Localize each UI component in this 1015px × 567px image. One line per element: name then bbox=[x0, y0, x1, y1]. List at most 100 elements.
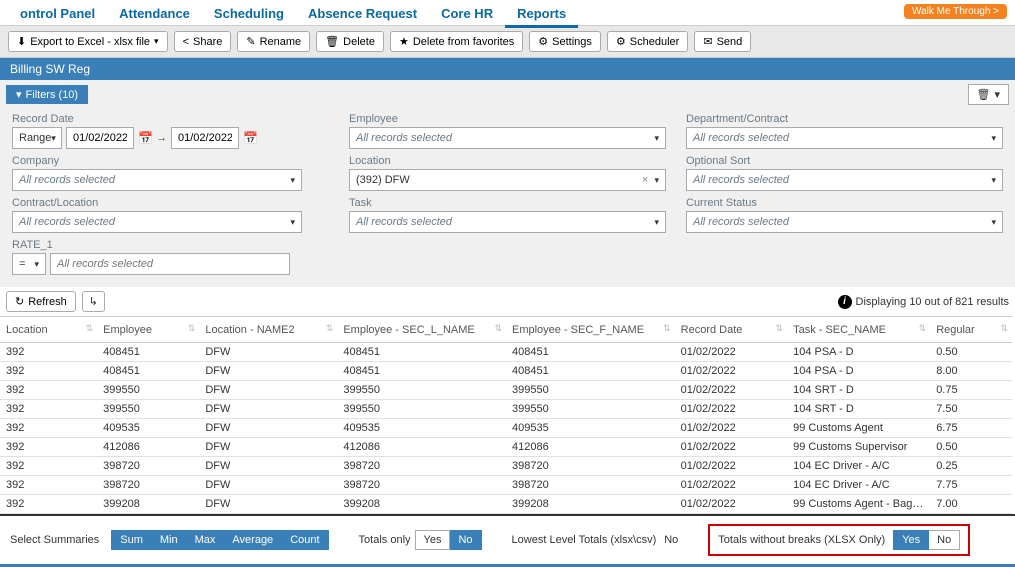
totals-only-no[interactable]: No bbox=[450, 530, 481, 550]
rate-op-select[interactable]: =▾ bbox=[12, 253, 46, 275]
no-breaks-no[interactable]: No bbox=[929, 530, 960, 550]
filter-department: Department/Contract All records selected… bbox=[686, 113, 1003, 149]
column-header[interactable]: Location - NAME2⇅ bbox=[199, 317, 337, 343]
send-button[interactable]: ✉Send bbox=[694, 31, 751, 52]
sort-icon[interactable]: ⇅ bbox=[326, 323, 334, 334]
table-cell: DFW bbox=[199, 343, 337, 362]
table-cell: 412086 bbox=[97, 438, 199, 457]
table-row[interactable]: 392399550DFW39955039955001/02/2022104 SR… bbox=[0, 381, 1012, 400]
date-from-input[interactable] bbox=[66, 127, 134, 149]
table-cell: 398720 bbox=[337, 457, 506, 476]
scheduler-button[interactable]: ⚙Scheduler bbox=[607, 31, 688, 52]
table-row[interactable]: 392398720DFW39872039872001/02/2022104 EC… bbox=[0, 476, 1012, 495]
agg-sum[interactable]: Sum bbox=[111, 530, 152, 550]
employee-select[interactable]: All records selected▾ bbox=[349, 127, 666, 149]
table-row[interactable]: 392412086DFW41208641208601/02/202299 Cus… bbox=[0, 438, 1012, 457]
agg-count[interactable]: Count bbox=[282, 530, 328, 550]
filter-label: Company bbox=[12, 155, 329, 167]
table-row[interactable]: 392399550DFW39955039955001/02/2022104 SR… bbox=[0, 400, 1012, 419]
table-cell: DFW bbox=[199, 438, 337, 457]
column-header[interactable]: Record Date⇅ bbox=[675, 317, 787, 343]
location-select[interactable]: (392) DFW×▾ bbox=[349, 169, 666, 191]
contract-location-select[interactable]: All records selected▾ bbox=[12, 211, 302, 233]
export-button[interactable]: ⬇Export to Excel - xlsx file▾ bbox=[8, 31, 168, 52]
download-icon: ⬇ bbox=[17, 35, 26, 48]
date-mode-select[interactable]: Range▾ bbox=[12, 127, 62, 149]
column-header[interactable]: Employee - SEC_F_NAME⇅ bbox=[506, 317, 675, 343]
sort-icon[interactable]: ⇅ bbox=[86, 323, 94, 334]
table-cell: DFW bbox=[199, 362, 337, 381]
column-header[interactable]: Regular⇅ bbox=[930, 317, 1012, 343]
table-cell: DFW bbox=[199, 381, 337, 400]
sort-icon[interactable]: ⇅ bbox=[776, 323, 784, 334]
nav-tab-absence-request[interactable]: Absence Request bbox=[296, 2, 429, 25]
table-row[interactable]: 392408451DFW40845140845101/02/2022104 PS… bbox=[0, 343, 1012, 362]
agg-max[interactable]: Max bbox=[187, 530, 225, 550]
calendar-icon[interactable]: 📅 bbox=[138, 131, 152, 145]
delete-fav-button[interactable]: ★Delete from favorites bbox=[390, 31, 523, 52]
column-header[interactable]: Task - SEC_NAME⇅ bbox=[787, 317, 930, 343]
calendar-icon[interactable]: 📅 bbox=[243, 131, 257, 145]
mail-icon: ✉ bbox=[703, 35, 712, 48]
department-select[interactable]: All records selected▾ bbox=[686, 127, 1003, 149]
share-button[interactable]: <Share bbox=[174, 31, 232, 52]
rename-button[interactable]: ✎Rename bbox=[237, 31, 310, 52]
column-header[interactable]: Employee⇅ bbox=[97, 317, 199, 343]
nav-tab-scheduling[interactable]: Scheduling bbox=[202, 2, 296, 25]
filter-label: Current Status bbox=[686, 197, 1003, 209]
filter-label: Location bbox=[349, 155, 666, 167]
company-select[interactable]: All records selected▾ bbox=[12, 169, 302, 191]
date-to-input[interactable] bbox=[171, 127, 239, 149]
nav-tab-attendance[interactable]: Attendance bbox=[107, 2, 202, 25]
sort-icon[interactable]: ⇅ bbox=[1000, 323, 1008, 334]
column-header[interactable]: Employee - SEC_L_NAME⇅ bbox=[337, 317, 506, 343]
table-cell: 392 bbox=[0, 438, 97, 457]
table-row[interactable]: 392398720DFW39872039872001/02/2022104 EC… bbox=[0, 457, 1012, 476]
gear-icon: ⚙ bbox=[538, 35, 548, 48]
table-cell: 01/02/2022 bbox=[675, 343, 787, 362]
clear-icon[interactable]: × bbox=[642, 174, 648, 186]
clear-filters-button[interactable]: 🗑▾ bbox=[968, 84, 1010, 105]
settings-button[interactable]: ⚙Settings bbox=[529, 31, 601, 52]
star-icon: ★ bbox=[399, 35, 409, 48]
table-cell: 399550 bbox=[506, 381, 675, 400]
table-row[interactable]: 392399208DFW39920839920801/02/202299 Cus… bbox=[0, 495, 1012, 514]
table-cell: 01/02/2022 bbox=[675, 438, 787, 457]
table-cell: 399550 bbox=[337, 400, 506, 419]
totals-only-yes[interactable]: Yes bbox=[415, 530, 451, 550]
optional-sort-select[interactable]: All records selected▾ bbox=[686, 169, 1003, 191]
lowest-level-label: Lowest Level Totals (xlsx\csv) bbox=[512, 534, 657, 546]
table-cell: 392 bbox=[0, 362, 97, 381]
sort-icon[interactable]: ⇅ bbox=[494, 323, 502, 334]
filter-label: Optional Sort bbox=[686, 155, 1003, 167]
nav-tab-reports[interactable]: Reports bbox=[505, 2, 578, 28]
nav-tab-core-hr[interactable]: Core HR bbox=[429, 2, 505, 25]
status-select[interactable]: All records selected▾ bbox=[686, 211, 1003, 233]
table-cell: 01/02/2022 bbox=[675, 476, 787, 495]
task-select[interactable]: All records selected▾ bbox=[349, 211, 666, 233]
table-cell: 398720 bbox=[97, 457, 199, 476]
agg-average[interactable]: Average bbox=[224, 530, 282, 550]
sort-icon[interactable]: ⇅ bbox=[663, 323, 671, 334]
rate-value-input[interactable] bbox=[50, 253, 290, 275]
filter-contract-location: Contract/Location All records selected▾ bbox=[12, 197, 329, 233]
filter-status: Current Status All records selected▾ bbox=[686, 197, 1003, 233]
filters-toggle[interactable]: ▾Filters (10) bbox=[6, 85, 88, 104]
column-header[interactable]: Location⇅ bbox=[0, 317, 97, 343]
table-row[interactable]: 392409535DFW40953540953501/02/202299 Cus… bbox=[0, 419, 1012, 438]
agg-min[interactable]: Min bbox=[152, 530, 187, 550]
nav-tab-ontrol-panel[interactable]: ontrol Panel bbox=[8, 2, 107, 25]
filter-label: Department/Contract bbox=[686, 113, 1003, 125]
table-cell: 408451 bbox=[97, 343, 199, 362]
no-breaks-yes[interactable]: Yes bbox=[893, 530, 929, 550]
expand-icon[interactable]: ↳ bbox=[82, 291, 105, 312]
sort-icon[interactable]: ⇅ bbox=[188, 323, 196, 334]
walk-me-through-button[interactable]: Walk Me Through > bbox=[904, 4, 1007, 19]
gear-icon: ⚙ bbox=[616, 35, 626, 48]
delete-button[interactable]: 🗑Delete bbox=[316, 31, 384, 52]
table-row[interactable]: 392408451DFW40845140845101/02/2022104 PS… bbox=[0, 362, 1012, 381]
refresh-button[interactable]: ↻Refresh bbox=[6, 291, 76, 312]
filter-company: Company All records selected▾ bbox=[12, 155, 329, 191]
sort-icon[interactable]: ⇅ bbox=[919, 323, 927, 334]
table-cell: 104 SRT - D bbox=[787, 400, 930, 419]
